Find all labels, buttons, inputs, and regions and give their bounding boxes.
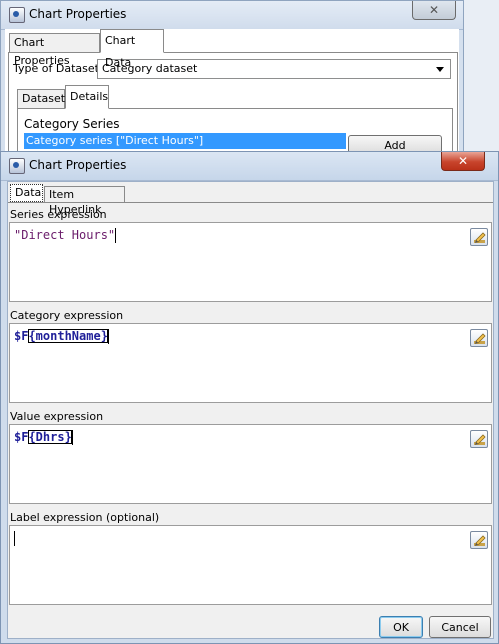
tab-item-hyperlink[interactable]: Item Hyperlink (44, 186, 125, 216)
category-series-label: Category Series (24, 117, 120, 131)
ok-button[interactable]: OK (379, 616, 423, 638)
chevron-down-icon (436, 67, 444, 72)
pencil-icon (474, 434, 486, 445)
dataset-type-label: Type of Dataset (13, 62, 99, 75)
text-caret (14, 531, 15, 546)
background-client-area: Chart Properties Chart Data Type of Data… (5, 29, 459, 168)
background-title-bar: Chart Properties ✕ (1, 1, 463, 30)
series-expression-label: Series expression (10, 208, 107, 221)
dialog-client-area: Data Item Hyperlink Series expression "D… (7, 181, 494, 639)
chart-properties-dialog: Chart Properties ✕ Data Item Hyperlink S… (0, 151, 499, 644)
series-expression-editor[interactable]: "Direct Hours" (9, 222, 492, 302)
value-expression-text: $F{Dhrs} (14, 430, 73, 445)
category-expression-field: {monthName} (28, 329, 108, 343)
expression-editor-button[interactable] (470, 228, 488, 246)
pencil-icon (474, 232, 486, 243)
close-icon: ✕ (457, 154, 469, 168)
dialog-title-bar: Chart Properties ✕ (1, 152, 498, 181)
cancel-button[interactable]: Cancel (429, 616, 491, 638)
tab-dataset[interactable]: Dataset (17, 89, 65, 109)
text-caret (107, 329, 109, 344)
series-expression-value: "Direct Hours" (14, 228, 116, 242)
expression-editor-button[interactable] (470, 329, 488, 347)
dialog-title: Chart Properties (29, 158, 127, 172)
dataset-type-select[interactable]: Category dataset (97, 59, 451, 79)
app-icon (9, 7, 25, 23)
pencil-icon (474, 333, 486, 344)
background-close-button[interactable]: ✕ (412, 1, 456, 20)
pencil-icon (474, 535, 486, 546)
category-expression-editor[interactable]: $F{monthName} (9, 323, 492, 403)
category-expression-prefix: $F (14, 329, 29, 343)
category-series-item[interactable]: Category series ["Direct Hours"] (24, 133, 346, 149)
label-expression-editor[interactable] (9, 525, 492, 605)
tab-details[interactable]: Details (65, 85, 109, 109)
close-button[interactable]: ✕ (441, 152, 485, 171)
app-icon (9, 158, 25, 174)
background-chart-properties-window: Chart Properties ✕ Chart Properties Char… (0, 0, 464, 168)
text-caret (71, 430, 73, 445)
label-expression-text (14, 531, 15, 546)
chart-data-panel: Type of Dataset Category dataset Dataset… (8, 52, 458, 168)
series-expression-text: "Direct Hours" (14, 228, 117, 243)
background-window-title: Chart Properties (29, 7, 127, 21)
category-expression-text: $F{monthName} (14, 329, 109, 344)
value-expression-field: {Dhrs} (28, 430, 72, 444)
value-expression-editor[interactable]: $F{Dhrs} (9, 424, 492, 504)
tab-chart-properties[interactable]: Chart Properties (9, 33, 100, 67)
expression-editor-button[interactable] (470, 531, 488, 549)
value-expression-prefix: $F (14, 430, 29, 444)
category-expression-label: Category expression (10, 309, 124, 322)
expression-editor-button[interactable] (470, 430, 488, 448)
value-expression-label: Value expression (10, 410, 104, 423)
text-caret (115, 228, 117, 243)
tab-chart-data[interactable]: Chart Data (100, 29, 164, 69)
tab-divider (8, 202, 493, 203)
label-expression-label: Label expression (optional) (10, 511, 160, 524)
tab-data[interactable]: Data (10, 184, 43, 202)
